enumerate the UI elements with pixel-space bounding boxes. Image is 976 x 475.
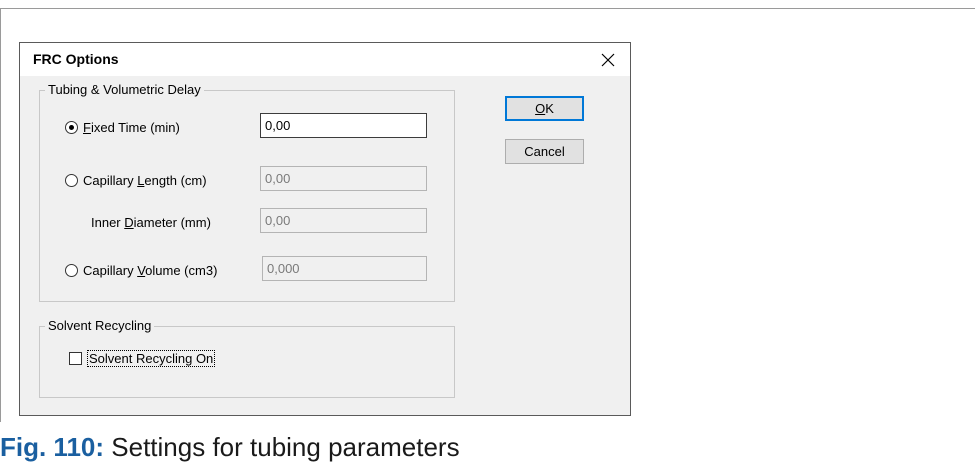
capillary-volume-radio[interactable]: Capillary Volume (cm3) — [65, 263, 217, 278]
inner-diameter-label: Inner Diameter (mm) — [91, 215, 211, 230]
frc-options-dialog: FRC Options Tubing & Volumetric Delay Fi… — [19, 42, 631, 416]
figure-number: Fig. 110: — [0, 432, 105, 462]
capillary-volume-input[interactable] — [262, 256, 427, 281]
solvent-recycling-checkbox-row[interactable]: Solvent Recycling On — [69, 350, 216, 367]
close-button[interactable] — [586, 43, 630, 76]
capillary-length-input[interactable] — [260, 166, 427, 191]
cancel-button[interactable]: Cancel — [505, 139, 584, 164]
title-bar: FRC Options — [20, 43, 630, 76]
inner-diameter-input[interactable] — [260, 208, 427, 233]
cancel-button-label: Cancel — [524, 144, 565, 159]
dialog-title: FRC Options — [33, 51, 119, 67]
capillary-length-radio-button[interactable] — [65, 174, 78, 187]
figure-caption: Fig. 110: Settings for tubing parameters — [0, 432, 460, 463]
tubing-group: Tubing & Volumetric Delay Fixed Time (mi… — [39, 82, 455, 302]
ok-button[interactable]: OK — [505, 96, 584, 121]
capillary-volume-radio-button[interactable] — [65, 264, 78, 277]
fixed-time-label: Fixed Time (min) — [83, 120, 180, 135]
tubing-group-label: Tubing & Volumetric Delay — [45, 82, 204, 97]
recycling-group-label: Solvent Recycling — [45, 318, 155, 333]
solvent-recycling-checkbox[interactable] — [69, 352, 82, 365]
radio-selected-dot — [69, 125, 74, 130]
recycling-group: Solvent Recycling Solvent Recycling On — [39, 318, 455, 398]
solvent-recycling-label: Solvent Recycling On — [87, 350, 216, 367]
capillary-length-label: Capillary Length (cm) — [83, 173, 207, 188]
close-icon — [601, 53, 615, 66]
fixed-time-radio-button[interactable] — [65, 121, 78, 134]
fixed-time-radio[interactable]: Fixed Time (min) — [65, 120, 180, 135]
capillary-volume-label: Capillary Volume (cm3) — [83, 263, 218, 278]
ok-button-label: K — [545, 101, 554, 116]
capillary-length-radio[interactable]: Capillary Length (cm) — [65, 173, 207, 188]
figure-caption-text: Settings for tubing parameters — [111, 432, 460, 462]
fixed-time-input[interactable] — [260, 113, 427, 138]
ok-button-key: O — [535, 101, 546, 116]
